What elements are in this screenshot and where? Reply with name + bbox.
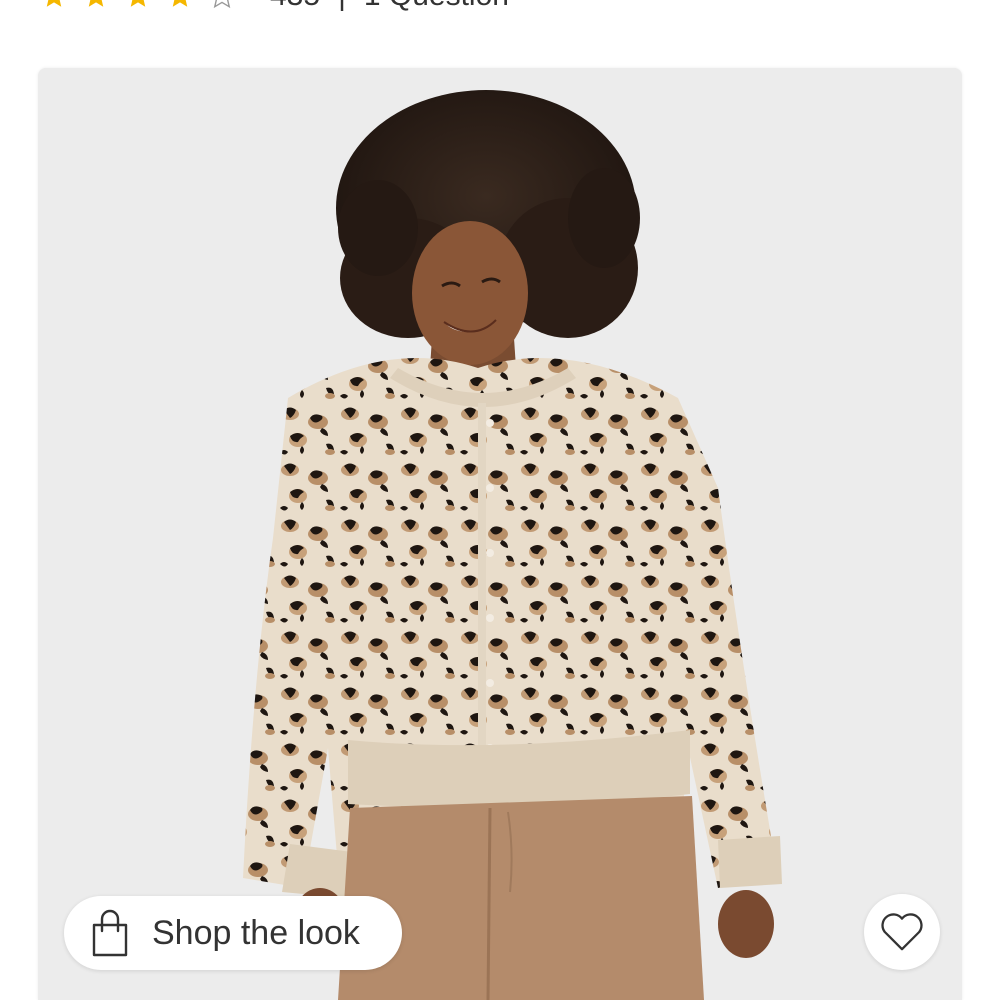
product-page: 435 | 1 Question (0, 0, 1000, 1000)
rating-separator: | (338, 0, 346, 13)
rating-row[interactable]: 435 | 1 Question (40, 0, 509, 14)
star-filled-icon (88, 0, 104, 7)
shop-the-look-label: Shop the look (152, 913, 360, 952)
shop-the-look-button[interactable]: Shop the look (64, 896, 402, 970)
star-filled-icon (46, 0, 62, 7)
favorite-button[interactable] (864, 894, 940, 970)
questions-link[interactable]: 1 Question (364, 0, 509, 13)
product-photo (38, 68, 962, 1000)
star-empty-icon (213, 0, 231, 9)
heart-icon (881, 913, 923, 951)
star-filled-icon (130, 0, 146, 7)
shopping-bag-icon (92, 909, 128, 957)
star-filled-icon (172, 0, 188, 7)
product-image-card[interactable] (38, 68, 962, 1000)
rating-count[interactable]: 435 (270, 0, 320, 13)
